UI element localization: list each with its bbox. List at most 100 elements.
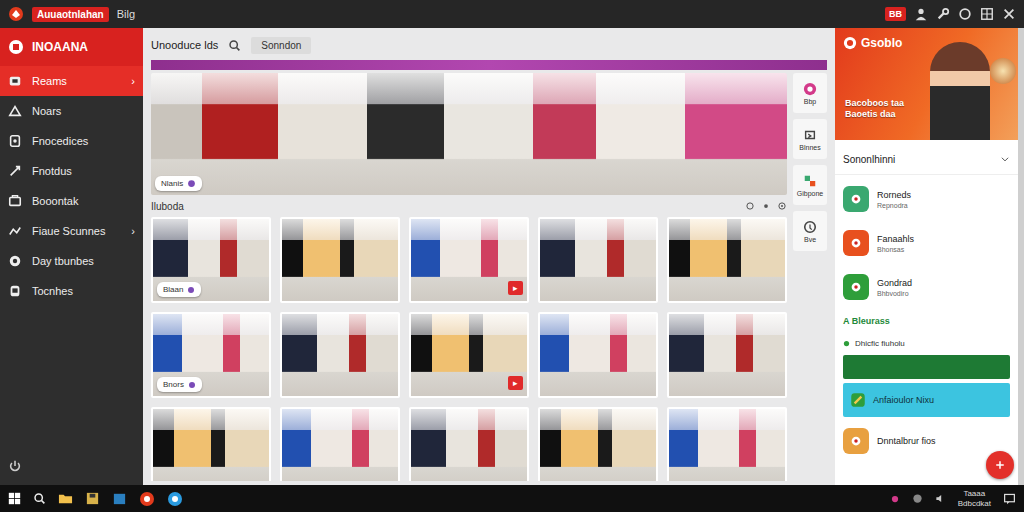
- brand-name: INOAANA: [32, 40, 88, 54]
- settings-icon[interactable]: [761, 201, 771, 211]
- sidebar-item[interactable]: Noars: [0, 96, 143, 126]
- hero-chip[interactable]: Nlanis: [155, 176, 202, 191]
- sidebar-item[interactable]: Fiaue Scunnes ›: [0, 216, 143, 246]
- thumbnail[interactable]: [538, 312, 658, 398]
- item-subtitle: Bhonsas: [877, 246, 914, 253]
- chevron: ›: [131, 75, 135, 87]
- date: Bdbcdkat: [958, 499, 991, 508]
- item-text: Dnntalbrur fios: [877, 436, 936, 446]
- thumbnail[interactable]: [280, 217, 400, 303]
- sidebar-item[interactable]: Tocnhes: [0, 276, 143, 306]
- panel-item[interactable]: GondradBhbvodiro: [843, 267, 1010, 307]
- alert-icon: [8, 104, 22, 118]
- panel-header[interactable]: Sononlhinni: [835, 144, 1018, 175]
- sale-tag[interactable]: ▸: [508, 281, 523, 295]
- close-icon[interactable]: [1002, 7, 1016, 21]
- app-icon[interactable]: [167, 491, 183, 507]
- chip-label: Blaan: [163, 285, 183, 294]
- more-icon[interactable]: [777, 201, 787, 211]
- save-icon[interactable]: [85, 491, 100, 506]
- chip-label: Bnors: [163, 380, 184, 389]
- thumbnail[interactable]: [667, 312, 787, 398]
- tool-button[interactable]: Blnnes: [793, 119, 827, 159]
- ad-banner[interactable]: GsobloBacoboos taaBaoetis daa: [835, 28, 1018, 140]
- thumbnail[interactable]: [538, 407, 658, 481]
- notification-badge[interactable]: BB: [885, 7, 906, 21]
- store-icon[interactable]: [112, 491, 127, 506]
- sale-tag[interactable]: ▸: [508, 376, 523, 390]
- volume-icon[interactable]: [935, 493, 946, 504]
- thumbnail[interactable]: [280, 312, 400, 398]
- item-text: GondradBhbvodiro: [877, 278, 912, 297]
- dot-icon[interactable]: [890, 494, 900, 504]
- thumbnail[interactable]: Blaan: [151, 217, 271, 303]
- filter-icon[interactable]: [745, 201, 755, 211]
- tool-button[interactable]: Gibpone: [793, 165, 827, 205]
- ad-text: Bacoboos taaBaoetis daa: [845, 98, 904, 120]
- panel-heading: A Bleurass: [843, 311, 1010, 331]
- thumbnail[interactable]: [667, 407, 787, 481]
- panel-bar[interactable]: [843, 355, 1010, 379]
- panel-item[interactable]: RornedsRepnodra: [843, 179, 1010, 219]
- tool-label: Blnnes: [799, 144, 820, 151]
- thumbnail-chip[interactable]: Bnors: [157, 377, 202, 392]
- sidebar-item[interactable]: Fnocedices: [0, 126, 143, 156]
- status-icon[interactable]: [958, 7, 972, 21]
- thumbnail[interactable]: [280, 407, 400, 481]
- app-tile: [843, 230, 869, 256]
- item-title: Dnntalbrur fios: [877, 436, 936, 446]
- clock[interactable]: TaaaaBdbcdkat: [958, 489, 991, 507]
- thumbnail[interactable]: [409, 407, 529, 481]
- tool-button[interactable]: Bve: [793, 211, 827, 251]
- ad-line: Baoetis daa: [845, 109, 904, 120]
- sidebar-item[interactable]: Booontak: [0, 186, 143, 216]
- phone-icon: [8, 284, 22, 298]
- browser-icon[interactable]: [139, 491, 155, 507]
- sidebar-item[interactable]: Reams ›: [0, 66, 143, 96]
- hero-photo[interactable]: Nlanis: [151, 73, 787, 195]
- menu-item[interactable]: Bilg: [117, 8, 135, 20]
- thumbnail[interactable]: [667, 217, 787, 303]
- windows-icon[interactable]: [8, 492, 21, 505]
- sidebar-label: Fiaue Scunnes: [32, 225, 121, 237]
- notification-icon[interactable]: [1003, 492, 1016, 505]
- sidebar-label: Noars: [32, 105, 135, 117]
- layout-icon[interactable]: [980, 7, 994, 21]
- dot-icon: [843, 340, 850, 347]
- chevron: ›: [131, 225, 135, 237]
- chevron-down-icon: [1000, 154, 1010, 164]
- power-icon[interactable]: [8, 459, 22, 473]
- panel-item[interactable]: Dnntalbrur fios: [843, 421, 1010, 461]
- thumbnail[interactable]: Bnors: [151, 312, 271, 398]
- disc-icon: [8, 254, 22, 268]
- tool-button[interactable]: Bbp: [793, 73, 827, 113]
- tool-column: Bbp Blnnes Gibpone Bve: [793, 73, 827, 481]
- search-icon[interactable]: [33, 492, 46, 505]
- search-icon[interactable]: [228, 39, 241, 52]
- section-title: Iluboda: [151, 201, 184, 212]
- app-tile: [843, 274, 869, 300]
- panel-bar[interactable]: Anfaioulor Nixu: [843, 383, 1010, 417]
- main-area: Unooduce ldsSonndonNlanisIlubodaBlaan▸Bn…: [143, 28, 835, 485]
- sidebar-item[interactable]: Day tbunbes: [0, 246, 143, 276]
- panel-item[interactable]: FanaahlsBhonsas: [843, 223, 1010, 263]
- brand-logo-icon: [8, 39, 24, 55]
- network-icon[interactable]: [912, 493, 923, 504]
- sidebar-label: Reams: [32, 75, 121, 87]
- floating-action-button[interactable]: [986, 451, 1014, 479]
- panel-note: Dhicfic fiuholu: [843, 335, 1010, 351]
- folder-icon[interactable]: [58, 491, 73, 506]
- thumbnail-chip[interactable]: Blaan: [157, 282, 201, 297]
- taskbar: TaaaaBdbcdkat: [0, 485, 1024, 512]
- thumbnail[interactable]: ▸: [409, 312, 529, 398]
- tag-icon: [188, 381, 196, 389]
- thumbnail[interactable]: [538, 217, 658, 303]
- thumbnail[interactable]: ▸: [409, 217, 529, 303]
- tab[interactable]: Sonndon: [251, 37, 311, 54]
- wrench-icon[interactable]: [936, 7, 950, 21]
- panel-icon: [803, 128, 817, 142]
- user-icon[interactable]: [914, 7, 928, 21]
- thumbnail[interactable]: [151, 407, 271, 481]
- sidebar-item[interactable]: Fnotdus: [0, 156, 143, 186]
- time: Taaaa: [958, 489, 991, 498]
